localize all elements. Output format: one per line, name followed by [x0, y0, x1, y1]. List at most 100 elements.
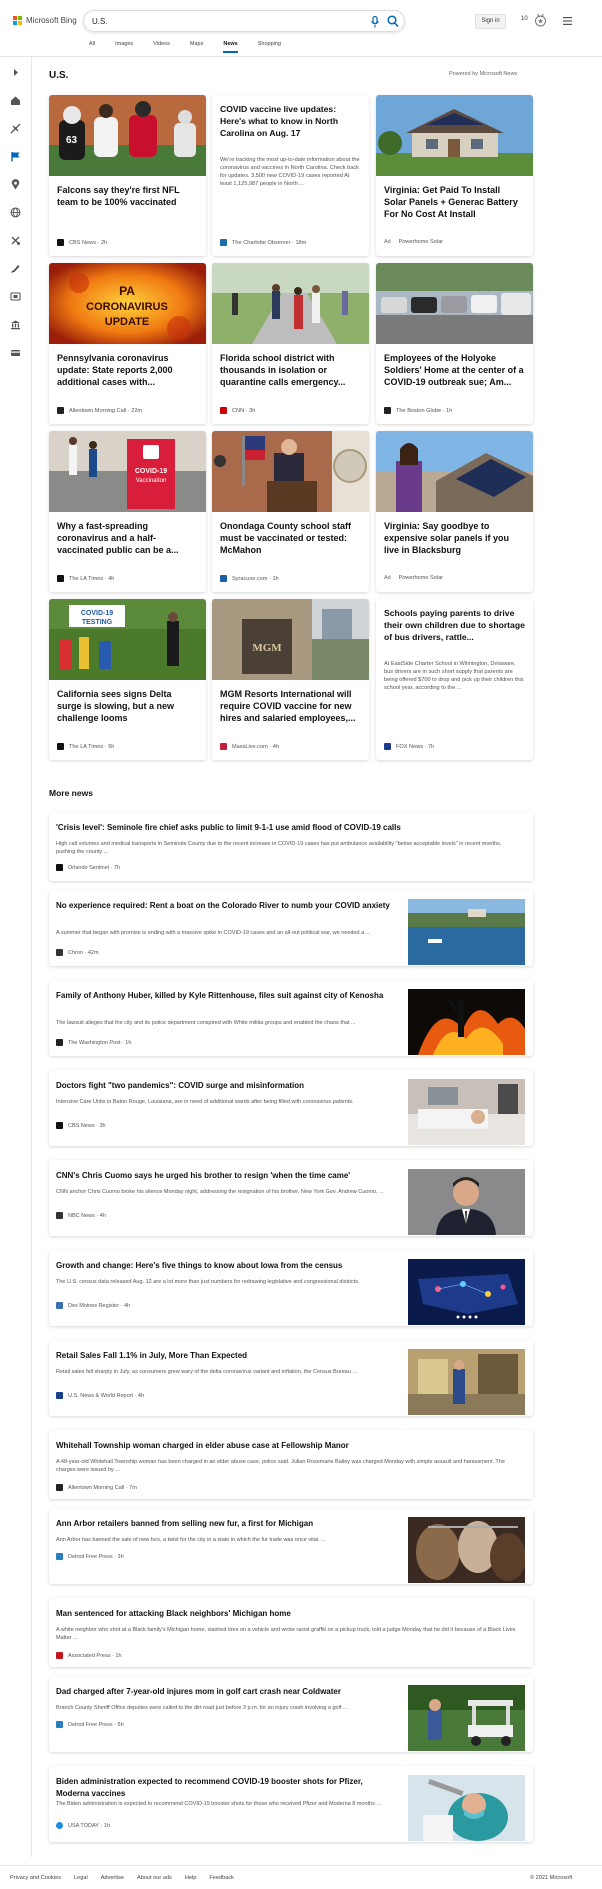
item-source: CBS News	[68, 1122, 95, 1129]
more-news-item[interactable]: CNN's Chris Cuomo says he urged his brot…	[49, 1160, 533, 1236]
card-title[interactable]: Why a fast-spreading coronavirus and a h…	[57, 520, 198, 556]
home-icon[interactable]	[10, 95, 21, 106]
tab-shopping[interactable]: Shopping	[258, 41, 281, 53]
card-title[interactable]: Pennsylvania coronavirus update: State r…	[57, 352, 198, 388]
rewards-medal-icon[interactable]	[534, 13, 547, 27]
more-news-item[interactable]: Biden administration expected to recomme…	[49, 1766, 533, 1842]
item-time: 4h	[123, 1302, 131, 1309]
more-news-item[interactable]: 'Crisis level': Seminole fire chief asks…	[49, 812, 533, 881]
item-time: 1h	[103, 1822, 110, 1829]
svg-text:COVID-19: COVID-19	[81, 610, 113, 617]
footer-link-privacy[interactable]: Privacy and Cookies	[10, 1875, 61, 1881]
ad-card[interactable]: Virginia: Get Paid To Install Solar Pane…	[376, 95, 533, 256]
card-title[interactable]: Virginia: Say goodbye to expensive solar…	[384, 520, 525, 556]
politics-icon[interactable]	[10, 319, 21, 330]
svg-text:UPDATE: UPDATE	[105, 316, 149, 328]
card-title[interactable]: California sees signs Delta surge is slo…	[57, 688, 198, 724]
sign-in-button[interactable]: Sign in	[475, 14, 506, 29]
card-title[interactable]: Employees of the Holyoke Soldiers' Home …	[384, 352, 525, 388]
card-title[interactable]: MGM Resorts International will require C…	[220, 688, 361, 724]
tab-news[interactable]: News	[223, 41, 238, 53]
more-news-item[interactable]: Doctors fight "two pandemics": COVID sur…	[49, 1070, 533, 1146]
more-news-item[interactable]: Whitehall Township woman charged in elde…	[49, 1430, 533, 1499]
item-title[interactable]: Family of Anthony Huber, killed by Kyle …	[56, 990, 396, 1002]
source-logo-icon	[56, 1484, 63, 1491]
more-news-item[interactable]: Dad charged after 7-year-old injures mom…	[49, 1676, 533, 1752]
microphone-icon[interactable]	[370, 16, 380, 28]
tab-all[interactable]: All	[89, 41, 95, 53]
news-card[interactable]: Florida school district with thousands i…	[212, 263, 369, 424]
news-card[interactable]: PA CORONAVIRUS UPDATE Pennsylvania coronav…	[49, 263, 206, 424]
news-card[interactable]: 63 Falcons say they're first NFL team to…	[49, 95, 206, 256]
item-snippet: CNN anchor Chris Cuomo broke his silence…	[56, 1189, 384, 1195]
tab-videos[interactable]: Videos	[153, 41, 170, 53]
news-card[interactable]: Schools paying parents to drive their ow…	[376, 599, 533, 760]
item-snippet: A 48-year-old Whitehall Township woman h…	[56, 1459, 505, 1473]
news-card[interactable]: Onondaga County school staff must be vac…	[212, 431, 369, 592]
more-news-item[interactable]: No experience required: Rent a boat on t…	[49, 890, 533, 966]
item-title[interactable]: Ann Arbor retailers banned from selling …	[56, 1518, 396, 1530]
item-snippet: The Biden administration is expected to …	[56, 1801, 381, 1807]
globe-icon[interactable]	[10, 207, 21, 218]
item-title[interactable]: Biden administration expected to recomme…	[56, 1776, 396, 1800]
footer-link-legal[interactable]: Legal	[74, 1875, 88, 1881]
search-input[interactable]	[92, 15, 362, 28]
card-time: 22m	[131, 407, 143, 414]
item-title[interactable]: Doctors fight "two pandemics": COVID sur…	[56, 1080, 396, 1092]
item-source: Allentown Morning Call	[68, 1484, 125, 1491]
card-title[interactable]: Virginia: Get Paid To Install Solar Pane…	[384, 184, 525, 220]
item-title[interactable]: Growth and change: Here's five things to…	[56, 1260, 396, 1272]
item-title[interactable]: CNN's Chris Cuomo says he urged his brot…	[56, 1170, 396, 1182]
flag-icon[interactable]	[10, 151, 21, 162]
more-news-item[interactable]: Retail Sales Fall 1.1% in July, More Tha…	[49, 1340, 533, 1416]
card-title[interactable]: Falcons say they're first NFL team to be…	[57, 184, 198, 208]
entertainment-icon[interactable]	[10, 291, 21, 302]
more-news-item[interactable]: Growth and change: Here's five things to…	[49, 1250, 533, 1326]
card-title[interactable]: Schools paying parents to drive their ow…	[384, 607, 525, 643]
news-card[interactable]: MGM MGM Resorts International will requi…	[212, 599, 369, 760]
bing-logo[interactable]: Microsoft Bing	[13, 16, 77, 25]
expand-icon[interactable]	[10, 67, 21, 78]
sports-icon[interactable]	[10, 235, 21, 246]
card-source: CNN	[232, 407, 245, 414]
item-title[interactable]: No experience required: Rent a boat on t…	[56, 900, 396, 912]
rewards-count[interactable]: 10	[521, 16, 528, 22]
tab-maps[interactable]: Maps	[190, 41, 203, 53]
item-time: 5h	[117, 1721, 124, 1728]
falcons-players-image: 63	[49, 95, 206, 176]
news-card[interactable]: COVID vaccine live updates: Here's what …	[212, 95, 369, 256]
more-news-item[interactable]: Man sentenced for attacking Black neighb…	[49, 1598, 533, 1667]
footer-link-about-ads[interactable]: About our ads	[137, 1875, 172, 1881]
news-card[interactable]: COVID-19 Vaccination Why a fast-spreading…	[49, 431, 206, 592]
search-icon[interactable]	[387, 15, 399, 28]
card-title[interactable]: COVID vaccine live updates: Here's what …	[220, 103, 361, 139]
search-box[interactable]	[83, 10, 405, 32]
footer-link-advertise[interactable]: Advertise	[101, 1875, 124, 1881]
card-title[interactable]: Onondaga County school staff must be vac…	[220, 520, 361, 556]
news-card[interactable]: COVID-19 TESTING California sees signs De…	[49, 599, 206, 760]
money-icon[interactable]	[10, 347, 21, 358]
solar-house-image	[376, 95, 533, 176]
more-news-item[interactable]: Ann Arbor retailers banned from selling …	[49, 1508, 533, 1584]
footer-link-help[interactable]: Help	[185, 1875, 197, 1881]
chris-cuomo-image	[408, 1169, 525, 1235]
fur-coats-image	[408, 1517, 525, 1583]
more-news-item[interactable]: Family of Anthony Huber, killed by Kyle …	[49, 980, 533, 1056]
card-time: 7h	[428, 743, 435, 750]
card-title[interactable]: Florida school district with thousands i…	[220, 352, 361, 388]
ad-card[interactable]: Virginia: Say goodbye to expensive solar…	[376, 431, 533, 592]
item-title[interactable]: 'Crisis level': Seminole fire chief asks…	[56, 822, 516, 834]
item-title[interactable]: Man sentenced for attacking Black neighb…	[56, 1608, 516, 1620]
local-icon[interactable]	[10, 123, 21, 134]
tab-images[interactable]: Images	[115, 41, 133, 53]
card-source: FOX News	[396, 743, 424, 750]
news-card[interactable]: Employees of the Holyoke Soldiers' Home …	[376, 263, 533, 424]
card-source: Powerhome Solar	[398, 575, 444, 581]
location-icon[interactable]	[10, 179, 21, 190]
item-title[interactable]: Retail Sales Fall 1.1% in July, More Tha…	[56, 1350, 396, 1362]
item-title[interactable]: Whitehall Township woman charged in elde…	[56, 1440, 516, 1452]
science-tech-icon[interactable]	[10, 263, 21, 274]
footer-link-feedback[interactable]: Feedback	[209, 1875, 234, 1881]
menu-icon[interactable]	[563, 17, 572, 25]
item-title[interactable]: Dad charged after 7-year-old injures mom…	[56, 1686, 396, 1698]
